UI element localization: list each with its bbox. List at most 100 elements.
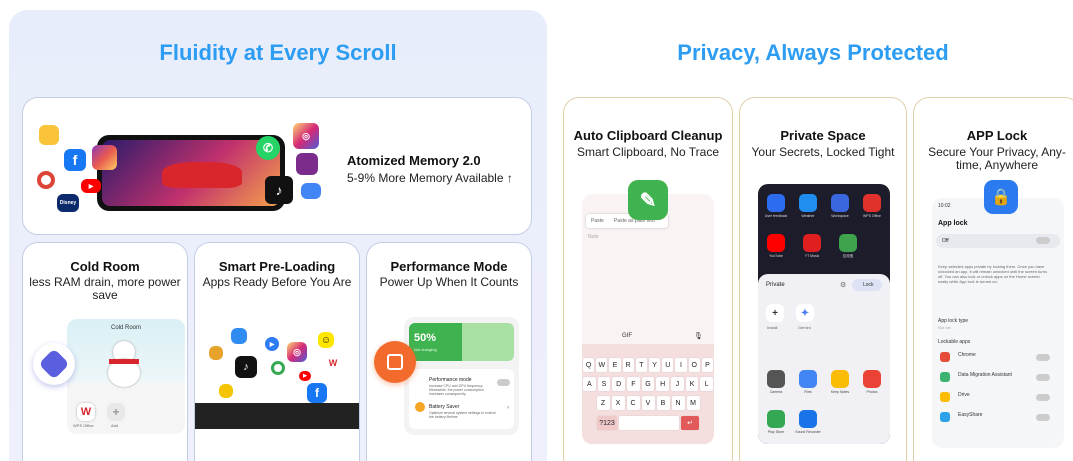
key-c[interactable]: C — [626, 396, 640, 410]
key-o[interactable]: O — [688, 358, 700, 372]
key-f[interactable]: F — [627, 377, 640, 391]
app-workspace[interactable]: Workspace — [826, 194, 854, 218]
key-e[interactable]: E — [609, 358, 621, 372]
app-sound-recorder[interactable]: Sound Recorder — [794, 410, 822, 434]
note-placeholder[interactable]: Note — [588, 234, 599, 240]
app-icon — [940, 412, 950, 422]
key-z[interactable]: Z — [596, 396, 610, 410]
key-w[interactable]: W — [596, 358, 608, 372]
app-icon — [767, 194, 785, 212]
maps-icon — [271, 361, 285, 375]
battery-percent: 50% — [414, 332, 437, 344]
performance-subtitle: Power Up When It Counts — [379, 275, 519, 289]
key-h[interactable]: H — [656, 377, 670, 391]
key-p[interactable]: P — [701, 358, 714, 372]
lockable-app-row[interactable]: EasyShare — [932, 408, 1064, 428]
chevron-right-icon[interactable]: › — [507, 405, 509, 411]
app-lock-switch[interactable] — [1036, 394, 1050, 401]
game-icon-2 — [296, 153, 318, 175]
app-icon — [803, 234, 821, 252]
app-label: Weather — [801, 214, 815, 218]
key-b[interactable]: B — [656, 396, 670, 410]
app-youtube[interactable]: YouTube — [762, 234, 790, 259]
lock-button-label: Lock — [863, 282, 874, 288]
app-lock-switch[interactable] — [1036, 374, 1050, 381]
app-files[interactable]: Files — [794, 370, 822, 394]
paste-option[interactable]: Paste — [591, 218, 604, 224]
lockable-app-row[interactable]: Data Migration Assistant — [932, 368, 1064, 388]
privacy-title: Privacy, Always Protected — [677, 40, 949, 65]
space-key[interactable] — [619, 416, 679, 430]
key-a[interactable]: A — [582, 377, 596, 391]
wps-office-icon[interactable]: W — [77, 403, 95, 421]
lock-button[interactable]: Lock — [852, 279, 882, 291]
app-weather[interactable]: Weather — [794, 194, 822, 218]
app-lock-toggle[interactable] — [1036, 237, 1050, 244]
performance-mode-toggle[interactable] — [497, 379, 510, 386]
app-lock-switch[interactable] — [1036, 414, 1050, 421]
lockable-app-row[interactable]: Chrome — [932, 348, 1064, 368]
enter-key[interactable]: ↵ — [681, 416, 699, 430]
add-icon[interactable]: + — [107, 403, 125, 421]
cold-room-card: Cold Room less RAM drain, more power sav… — [22, 242, 188, 461]
off-label: Off — [942, 238, 949, 244]
install-label: Install — [767, 325, 778, 330]
app-lock-switch[interactable] — [1036, 354, 1050, 361]
app-icon — [839, 234, 857, 252]
app-name: EasyShare — [958, 412, 983, 418]
key-n[interactable]: N — [671, 396, 685, 410]
app-应用宝[interactable]: 应用宝 — [834, 234, 862, 259]
fluidity-title: Fluidity at Every Scroll — [159, 40, 397, 65]
app-icon-1 — [231, 328, 247, 344]
private-label: Private — [766, 282, 785, 288]
race-car — [162, 162, 242, 188]
key-v[interactable]: V — [641, 396, 655, 410]
keyboard: QWERTYUIOP ASDFGHJKL ZXCVBNM ?123 ↵ — [582, 344, 714, 444]
app-lock-title: APP Lock — [966, 128, 1028, 143]
keyboard-toolbar: GIF 🎙 — [582, 330, 714, 344]
key-u[interactable]: U — [662, 358, 674, 372]
gallery-icon — [92, 145, 117, 170]
key-l[interactable]: L — [700, 377, 714, 391]
install-icon[interactable]: + — [766, 304, 784, 322]
key-i[interactable]: I — [675, 358, 687, 372]
settings-icon[interactable]: ⚙ — [840, 281, 846, 289]
key-j[interactable]: J — [671, 377, 684, 391]
key-y[interactable]: Y — [649, 358, 661, 372]
instagram-icon: ◎ — [293, 123, 319, 149]
app-icon — [831, 194, 849, 212]
key-t[interactable]: T — [635, 358, 647, 372]
key-x[interactable]: X — [611, 396, 625, 410]
app-icon — [767, 370, 785, 388]
battery-bar: 50% Not charging — [409, 323, 514, 361]
ps-app-row-top: User feedback Weather Workspace WPS Office — [762, 194, 886, 218]
app-camera[interactable]: Camera — [762, 370, 790, 394]
tiktok-icon-small: ♪ — [235, 356, 257, 378]
app-label: Camera — [769, 390, 783, 394]
memory-title: Atomized Memory 2.0 — [347, 153, 481, 168]
app-play-store[interactable]: Play Store — [762, 410, 790, 434]
app-photos[interactable]: Photos — [858, 370, 886, 394]
key-q[interactable]: Q — [582, 358, 595, 372]
app-yt-music[interactable]: YT Music — [798, 234, 826, 259]
app-keep-notes[interactable]: Keep Notes — [826, 370, 854, 394]
preload-card: Smart Pre-Loading Apps Ready Before You … — [194, 242, 360, 461]
lockable-app-row[interactable]: Drive — [932, 388, 1064, 408]
key-m[interactable]: M — [686, 396, 700, 410]
clipboard-screen: Paste Paste as plain text Note GIF 🎙 QWE… — [582, 194, 714, 444]
gif-button[interactable]: GIF — [622, 333, 632, 339]
performance-card: Performance Mode Power Up When It Counts… — [366, 242, 532, 461]
off-row[interactable]: Off — [936, 234, 1060, 248]
key-d[interactable]: D — [612, 377, 625, 391]
private-space-card: Private Space Your Secrets, Locked Tight… — [739, 97, 907, 461]
gemini-icon[interactable]: ✦ — [796, 304, 814, 322]
key-s[interactable]: S — [597, 377, 611, 391]
num-key[interactable]: ?123 — [597, 416, 617, 430]
mic-icon[interactable]: 🎙 — [694, 332, 703, 340]
app-user-feedback[interactable]: User feedback — [762, 194, 790, 218]
key-r[interactable]: R — [622, 358, 634, 372]
app-lock-type-label[interactable]: App lock type — [938, 318, 968, 324]
key-k[interactable]: K — [685, 377, 699, 391]
app-wps-office[interactable]: WPS Office — [858, 194, 886, 218]
key-g[interactable]: G — [641, 377, 655, 391]
